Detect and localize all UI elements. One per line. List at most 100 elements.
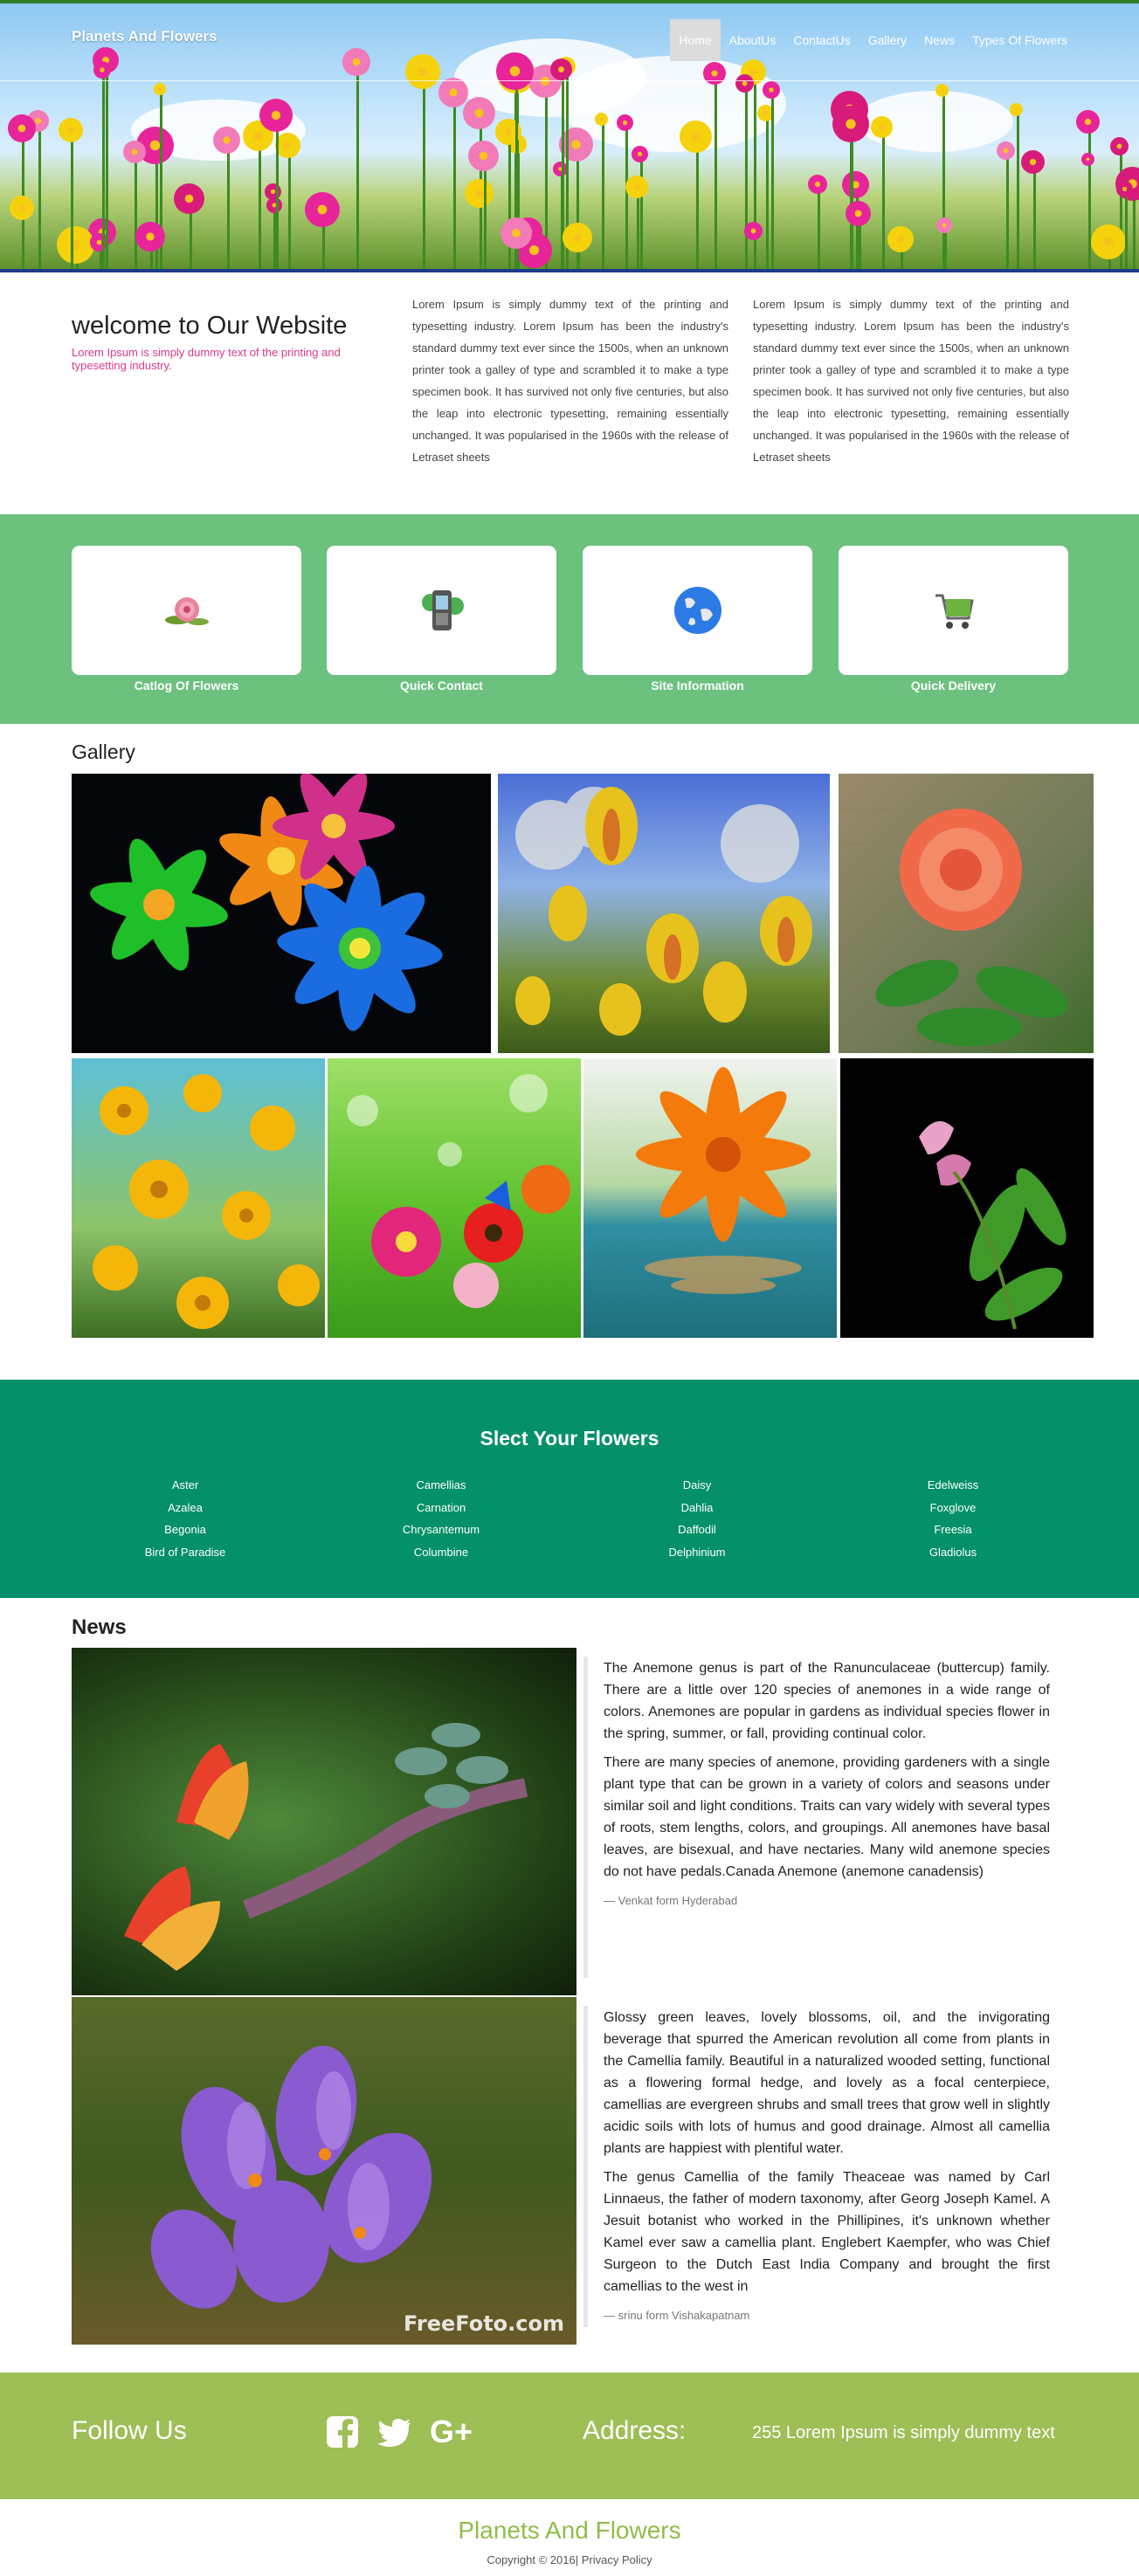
hero-flower [438, 78, 468, 107]
news-paragraph: The genus Camellia of the family Theacea… [604, 2170, 1050, 2294]
gallery-image-orchid[interactable] [840, 1058, 1094, 1338]
phone-icon [421, 590, 464, 630]
flower-list-col-3: Daisy Dahlia Daffodil Delphinium [583, 1474, 811, 1563]
flower-link[interactable]: Daisy [583, 1474, 811, 1497]
hero-flower [887, 226, 914, 252]
gallery-image-orange-gerbera[interactable] [583, 1058, 837, 1338]
flower-stem [1124, 185, 1128, 272]
hero-flower [744, 221, 763, 240]
feature-label-catalog: Catlog Of Flowers [134, 678, 239, 692]
gallery-image-rose[interactable] [839, 774, 1094, 1053]
flower-link[interactable]: Camellias [328, 1474, 555, 1497]
flower-stem [102, 66, 105, 272]
nav-types-of-flowers[interactable]: Types Of Flowers [963, 19, 1076, 61]
welcome-title: welcome to Our Website [72, 312, 348, 340]
flower-stem [1087, 155, 1091, 272]
feature-card-catalog[interactable] [72, 546, 301, 675]
footer-brand: Planets And Flowers [458, 2517, 681, 2544]
flower-link[interactable]: Bird of Paradise [72, 1541, 299, 1564]
news-paragraph: The Anemone genus is part of the Ranuncu… [604, 1661, 1050, 1741]
flower-link[interactable]: Aster [72, 1474, 299, 1497]
facebook-icon[interactable] [325, 2414, 360, 2449]
nav-aboutus[interactable]: AboutUs [721, 19, 785, 61]
flower-link[interactable]: Dahlia [583, 1497, 811, 1519]
hero-flower [468, 140, 499, 171]
nav-gallery[interactable]: Gallery [859, 19, 915, 61]
gallery-image-gerberas-butterflies[interactable] [328, 1058, 581, 1338]
flower-stem [1032, 158, 1036, 272]
flower-stem [258, 132, 261, 272]
feature-label-info: Site Information [651, 678, 744, 692]
nav-news[interactable]: News [915, 19, 963, 61]
flower-link[interactable]: Gladiolus [839, 1541, 1067, 1564]
news-image-crocus[interactable]: FreeFoto.com [72, 1997, 576, 2345]
hero-flower [1081, 152, 1094, 166]
hero-flower [735, 73, 754, 93]
flower-stem [226, 136, 230, 272]
hero-flower [1116, 180, 1133, 197]
nav-divider [0, 80, 1139, 81]
gallery-image-tulips[interactable] [498, 774, 830, 1053]
flower-stem [601, 115, 604, 272]
hero-flower [832, 106, 869, 142]
flower-link[interactable]: Chrysantemum [328, 1519, 555, 1541]
nav-home[interactable]: Home [670, 19, 721, 61]
hero-flower [213, 126, 240, 154]
hero-flower [935, 83, 949, 97]
flower-link[interactable]: Edelweiss [839, 1474, 1067, 1497]
site-brand[interactable]: Planets And Flowers [72, 28, 217, 45]
feature-card-delivery[interactable] [839, 546, 1068, 675]
hero-flower [405, 54, 440, 89]
flower-stem [453, 89, 456, 272]
flower-stem [423, 68, 425, 272]
hero-flower [495, 119, 521, 145]
flower-stem [818, 181, 820, 272]
feature-label-contact: Quick Contact [400, 678, 483, 692]
flower-stem [625, 119, 628, 272]
flower-stem [714, 70, 717, 272]
news-paragraph: Glossy green leaves, lovely blossoms, oi… [604, 2010, 1050, 2156]
welcome-text-col-2: Lorem Ipsum is simply dummy text of the … [753, 298, 1069, 464]
nav-contactus[interactable]: ContactUs [784, 19, 859, 61]
gallery-image-colorful-daisies[interactable] [72, 774, 491, 1053]
flower-link[interactable]: Daffodil [583, 1519, 811, 1541]
flower-stem [1005, 147, 1009, 272]
flower-link[interactable]: Azalea [72, 1497, 299, 1519]
hero-flower [808, 175, 827, 194]
flower-link[interactable]: Columbine [328, 1541, 555, 1564]
hero-flower [1076, 109, 1100, 134]
social-icons: G+ [325, 2414, 473, 2449]
hero-flower [500, 217, 532, 249]
welcome-text-col-1: Lorem Ipsum is simply dummy text of the … [412, 298, 728, 464]
flower-link[interactable]: Delphinium [583, 1541, 811, 1564]
hero-flower [632, 145, 648, 162]
flower-stem [639, 150, 643, 272]
address-label: Address: [583, 2416, 687, 2445]
flower-list-col-1: Aster Azalea Begonia Bird of Paradise [72, 1474, 299, 1563]
feature-card-info[interactable] [583, 546, 812, 675]
hero-flower [8, 114, 36, 142]
flower-link[interactable]: Carnation [328, 1497, 555, 1519]
flower-stem [287, 141, 291, 272]
hero-flower [1021, 149, 1045, 174]
select-title: Slect Your Flowers [480, 1427, 659, 1450]
news-image-anemone[interactable] [72, 1648, 576, 1995]
gallery-image-yellow-flowers[interactable] [72, 1058, 325, 1338]
flower-link[interactable]: Begonia [72, 1519, 299, 1541]
hero-flower [305, 192, 340, 227]
hero-flower [846, 200, 871, 226]
google-plus-icon[interactable]: G+ [430, 2414, 473, 2449]
hero-flower [563, 223, 592, 252]
hero-flower [703, 62, 726, 85]
twitter-icon[interactable] [377, 2414, 412, 2449]
hero-flower [342, 48, 370, 76]
flower-stem [695, 133, 699, 272]
news-citation: — Venkat form Hyderabad [604, 1894, 738, 1907]
welcome-section: welcome to Our Website Lorem Ipsum is si… [0, 272, 1139, 514]
flower-link[interactable]: Foxglove [839, 1497, 1067, 1519]
flower-stem [771, 86, 774, 272]
flower-stem [106, 57, 108, 272]
feature-card-contact[interactable] [327, 546, 556, 675]
footer-copyright[interactable]: Copyright © 2016| Privacy Policy [0, 2553, 1139, 2566]
flower-link[interactable]: Freesia [839, 1519, 1067, 1541]
